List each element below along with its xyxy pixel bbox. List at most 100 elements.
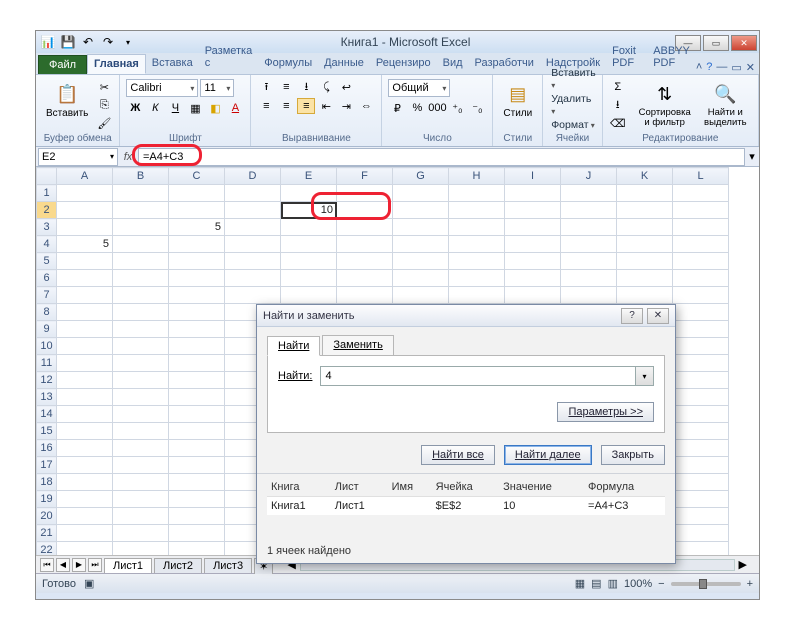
wrap-icon[interactable]: ↩ (337, 79, 355, 95)
cell-G3[interactable] (393, 219, 449, 236)
cell-D3[interactable] (225, 219, 281, 236)
row-header-6[interactable]: 6 (37, 270, 57, 287)
cell-I4[interactable] (505, 236, 561, 253)
cell-J6[interactable] (561, 270, 617, 287)
cell-L17[interactable] (673, 457, 729, 474)
cell-B18[interactable] (113, 474, 169, 491)
cell-F6[interactable] (337, 270, 393, 287)
cell-D1[interactable] (225, 185, 281, 202)
cell-L6[interactable] (673, 270, 729, 287)
cell-A17[interactable] (57, 457, 113, 474)
tab-review[interactable]: Рецензиро (370, 54, 437, 74)
cell-G2[interactable] (393, 202, 449, 219)
cell-J5[interactable] (561, 253, 617, 270)
cells-delete[interactable]: Удалить (549, 93, 596, 117)
tab-layout[interactable]: Разметка с (199, 42, 259, 74)
cell-E7[interactable] (281, 287, 337, 304)
col-formula[interactable]: Формула (584, 478, 665, 497)
cell-I5[interactable] (505, 253, 561, 270)
tab-file[interactable]: Файл (38, 55, 87, 74)
cell-K1[interactable] (617, 185, 673, 202)
fill-icon[interactable]: ⭳ (609, 97, 627, 113)
cell-K3[interactable] (617, 219, 673, 236)
doc-max-icon[interactable]: ▭ (731, 61, 741, 74)
formula-input[interactable] (138, 148, 745, 166)
cell-L20[interactable] (673, 508, 729, 525)
cell-J7[interactable] (561, 287, 617, 304)
cell-L9[interactable] (673, 321, 729, 338)
view-layout-icon[interactable]: ▤ (591, 577, 601, 590)
sheet-tab-3[interactable]: Лист3 (204, 558, 252, 573)
sheet-nav-last[interactable]: ⏭ (88, 558, 102, 572)
row-header-17[interactable]: 17 (37, 457, 57, 474)
cell-L11[interactable] (673, 355, 729, 372)
cell-G4[interactable] (393, 236, 449, 253)
cell-B1[interactable] (113, 185, 169, 202)
cell-L4[interactable] (673, 236, 729, 253)
macro-record-icon[interactable]: ▣ (84, 577, 94, 590)
cell-L5[interactable] (673, 253, 729, 270)
cell-L3[interactable] (673, 219, 729, 236)
cell-C11[interactable] (169, 355, 225, 372)
sheet-nav-prev[interactable]: ◀ (56, 558, 70, 572)
cell-L16[interactable] (673, 440, 729, 457)
row-header-20[interactable]: 20 (37, 508, 57, 525)
redo-icon[interactable]: ↷ (100, 34, 116, 50)
cell-A6[interactable] (57, 270, 113, 287)
cell-A22[interactable] (57, 542, 113, 556)
tab-data[interactable]: Данные (318, 54, 370, 74)
cell-E4[interactable] (281, 236, 337, 253)
tab-foxit[interactable]: Foxit PDF (606, 42, 647, 74)
row-header-10[interactable]: 10 (37, 338, 57, 355)
cell-K4[interactable] (617, 236, 673, 253)
cell-J3[interactable] (561, 219, 617, 236)
find-history-dropdown[interactable]: ▾ (636, 366, 654, 386)
cell-B16[interactable] (113, 440, 169, 457)
cell-F4[interactable] (337, 236, 393, 253)
cell-B19[interactable] (113, 491, 169, 508)
dialog-close-btn[interactable]: Закрыть (601, 445, 665, 465)
col-cell[interactable]: Ячейка (432, 478, 499, 497)
cell-A9[interactable] (57, 321, 113, 338)
cell-C10[interactable] (169, 338, 225, 355)
sheet-tab-2[interactable]: Лист2 (154, 558, 202, 573)
sort-filter-button[interactable]: ⇅ Сортировка и фильтр (634, 79, 696, 131)
cell-K7[interactable] (617, 287, 673, 304)
find-all-button[interactable]: Найти все (421, 445, 495, 465)
cell-A1[interactable] (57, 185, 113, 202)
align-middle-icon[interactable]: ≡ (277, 79, 295, 95)
row-header-5[interactable]: 5 (37, 253, 57, 270)
cell-A4[interactable]: 5 (57, 236, 113, 253)
indent-icon[interactable]: ⇥ (337, 98, 355, 114)
cell-H3[interactable] (449, 219, 505, 236)
cell-D5[interactable] (225, 253, 281, 270)
cell-C9[interactable] (169, 321, 225, 338)
dialog-tab-replace[interactable]: Заменить (322, 335, 393, 355)
dec-decimal-icon[interactable]: ⁻₀ (468, 100, 486, 116)
help-icon[interactable]: ? (706, 61, 712, 74)
dedent-icon[interactable]: ⇤ (317, 98, 335, 114)
cell-D4[interactable] (225, 236, 281, 253)
cell-L10[interactable] (673, 338, 729, 355)
cell-L8[interactable] (673, 304, 729, 321)
col-header-B[interactable]: B (113, 168, 169, 185)
row-header-4[interactable]: 4 (37, 236, 57, 253)
comma-icon[interactable]: 000 (428, 100, 446, 116)
cell-L12[interactable] (673, 372, 729, 389)
cell-C1[interactable] (169, 185, 225, 202)
cell-L14[interactable] (673, 406, 729, 423)
cell-A2[interactable] (57, 202, 113, 219)
cell-G5[interactable] (393, 253, 449, 270)
tab-view[interactable]: Вид (437, 54, 469, 74)
cell-G6[interactable] (393, 270, 449, 287)
col-header-A[interactable]: A (57, 168, 113, 185)
cell-J1[interactable] (561, 185, 617, 202)
row-header-9[interactable]: 9 (37, 321, 57, 338)
cell-H4[interactable] (449, 236, 505, 253)
cell-F3[interactable] (337, 219, 393, 236)
cell-H6[interactable] (449, 270, 505, 287)
cell-C20[interactable] (169, 508, 225, 525)
cell-I2[interactable] (505, 202, 561, 219)
cell-A19[interactable] (57, 491, 113, 508)
cells-insert[interactable]: Вставить (549, 67, 596, 91)
